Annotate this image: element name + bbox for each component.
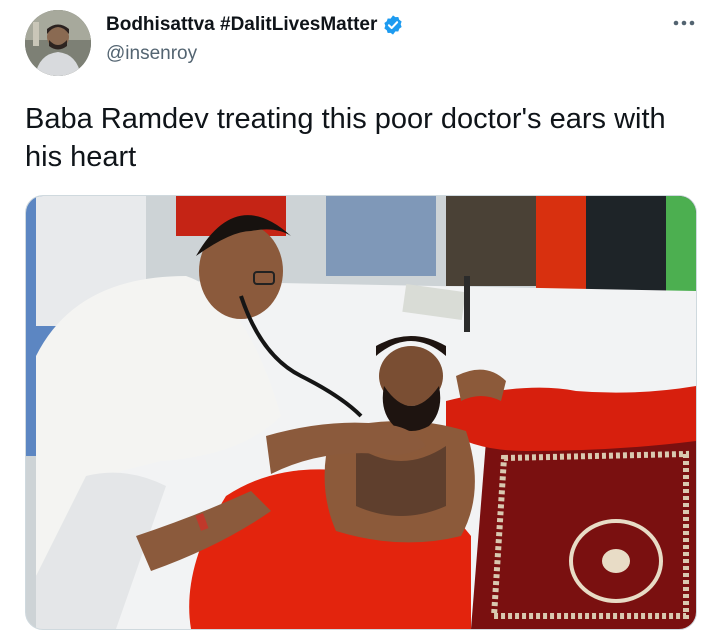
more-options-button[interactable] [670, 14, 698, 32]
author-name-text: Bodhisattva #DalitLivesMatter [106, 14, 378, 35]
author-display-name[interactable]: Bodhisattva #DalitLivesMatter [106, 14, 404, 36]
tweet-text: Baba Ramdev treating this poor doctor's … [25, 103, 666, 173]
tweet-card: Bodhisattva #DalitLivesMatter @insenroy … [0, 0, 720, 642]
more-options-icon [673, 20, 695, 26]
author-avatar[interactable] [25, 10, 91, 76]
user-avatar-icon [25, 10, 91, 76]
photo-scene [26, 196, 696, 629]
verified-badge-icon [384, 15, 402, 35]
author-handle[interactable]: @insenroy [106, 43, 197, 65]
tweet-photo[interactable] [25, 195, 697, 630]
